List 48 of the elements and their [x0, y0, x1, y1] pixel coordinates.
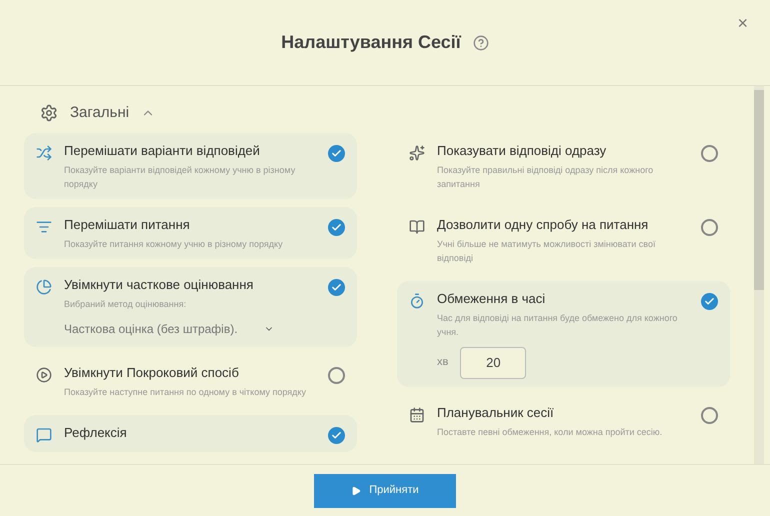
unchecked-icon[interactable]: [701, 406, 718, 424]
option-description: Показуйте питання кожному учню в різному порядку: [64, 238, 284, 250]
checked-icon[interactable]: [328, 218, 345, 236]
option-description: Показуйте наступне питання по одному в чіткому порядку: [64, 386, 307, 398]
option-title: Дозволити одну спробу на питання: [437, 216, 650, 234]
unchecked-icon[interactable]: [328, 366, 345, 384]
book-icon: [409, 218, 425, 234]
option-description: Час для відповіді на питання буде обмежено для кожного учня.: [437, 312, 678, 338]
option-title: Увімкнути Покроковий спосіб: [64, 364, 240, 382]
play-circle-icon: [36, 366, 52, 382]
play-icon: [351, 486, 362, 496]
calendar-icon: [409, 406, 425, 422]
checked-icon[interactable]: [328, 144, 345, 162]
section-header[interactable]: Загальні: [40, 102, 156, 124]
option-description: Показуйте варіанти відповідей кожному учню в різному порядку: [64, 164, 296, 190]
option-title: Перемішати питання: [64, 216, 191, 234]
option-title: Перемішати варіанти відповідей: [64, 142, 261, 160]
sparkles-icon: [409, 144, 425, 160]
scrollbar-thumb[interactable]: [754, 90, 764, 290]
checked-icon[interactable]: [701, 292, 718, 310]
unchecked-icon[interactable]: [701, 144, 718, 162]
unit-label: хв: [437, 355, 448, 370]
option-title: Показувати відповіді одразу: [437, 142, 608, 160]
option-title: Рефлексія: [64, 424, 128, 442]
message-icon: [36, 426, 52, 442]
option-description: Учні більше не матимуть можливості змінювати свої відповіді: [437, 238, 656, 264]
grading-dropdown[interactable]: Часткова оцінка (без штрафів).: [64, 318, 274, 338]
option-description: Показуйте правильні відповіді одразу після кожного запитання: [437, 164, 654, 190]
shuffle-icon: [36, 144, 52, 160]
minutes-field[interactable]: 20: [460, 346, 526, 378]
option-description: Вибраний метод оцінювання:: [64, 298, 188, 310]
option-title: Увімкнути часткове оцінювання: [64, 276, 254, 294]
checked-icon[interactable]: [328, 278, 345, 296]
pie-chart-icon: [36, 278, 52, 294]
unchecked-icon[interactable]: [701, 218, 718, 236]
list-icon: [36, 218, 52, 234]
gear-icon: [40, 104, 58, 122]
close-button[interactable]: ×: [737, 10, 748, 37]
dialog-title: Налаштування Сесії: [281, 31, 461, 54]
option-title: Обмеження в часі: [437, 290, 546, 308]
accept-button[interactable]: Прийняти: [314, 474, 456, 508]
help-icon[interactable]: [472, 34, 489, 50]
checked-icon[interactable]: [328, 426, 345, 444]
stopwatch-icon: [409, 292, 425, 308]
scrollbar[interactable]: [754, 86, 764, 464]
option-description: Поставте певні обмеження, коли можна пройти сесію.: [437, 426, 664, 438]
option-title: Планувальник сесії: [437, 404, 555, 422]
section-title: Загальні: [70, 103, 130, 123]
